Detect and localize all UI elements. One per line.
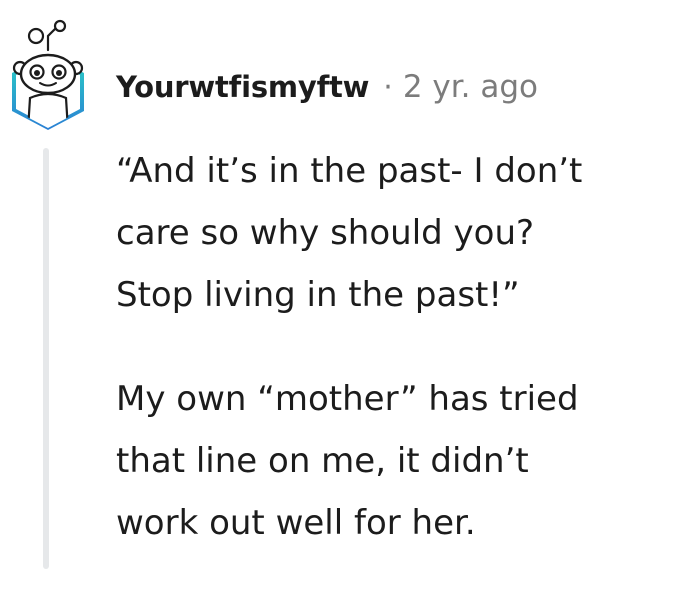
comment-timestamp[interactable]: 2 yr. ago bbox=[403, 69, 538, 105]
comment-header: Yourwtfismyftw · 2 yr. ago bbox=[116, 62, 538, 112]
meta-separator: · bbox=[383, 69, 393, 105]
thread-line[interactable] bbox=[43, 148, 49, 569]
comment-body: “And it’s in the past- I don’t care so w… bbox=[116, 140, 686, 596]
comment-paragraph: “And it’s in the past- I don’t care so w… bbox=[116, 140, 686, 326]
comment-text-line: “And it’s in the past- I don’t bbox=[116, 151, 583, 191]
comment-text-line: care so why should you? bbox=[116, 213, 535, 253]
comment-text-line: work out well for her. bbox=[116, 503, 476, 543]
comment-text-line: Stop living in the past!” bbox=[116, 275, 520, 315]
comment-text-line: My own “mother” has tried bbox=[116, 379, 579, 419]
username-link[interactable]: Yourwtfismyftw bbox=[116, 70, 369, 104]
user-avatar[interactable] bbox=[6, 14, 90, 132]
comment: Yourwtfismyftw · 2 yr. ago “And it’s in … bbox=[0, 0, 696, 569]
reddit-snoo-avatar-icon bbox=[12, 19, 84, 130]
comment-text-line: that line on me, it didn’t bbox=[116, 441, 529, 481]
comment-paragraph: My own “mother” has tried that line on m… bbox=[116, 368, 686, 554]
